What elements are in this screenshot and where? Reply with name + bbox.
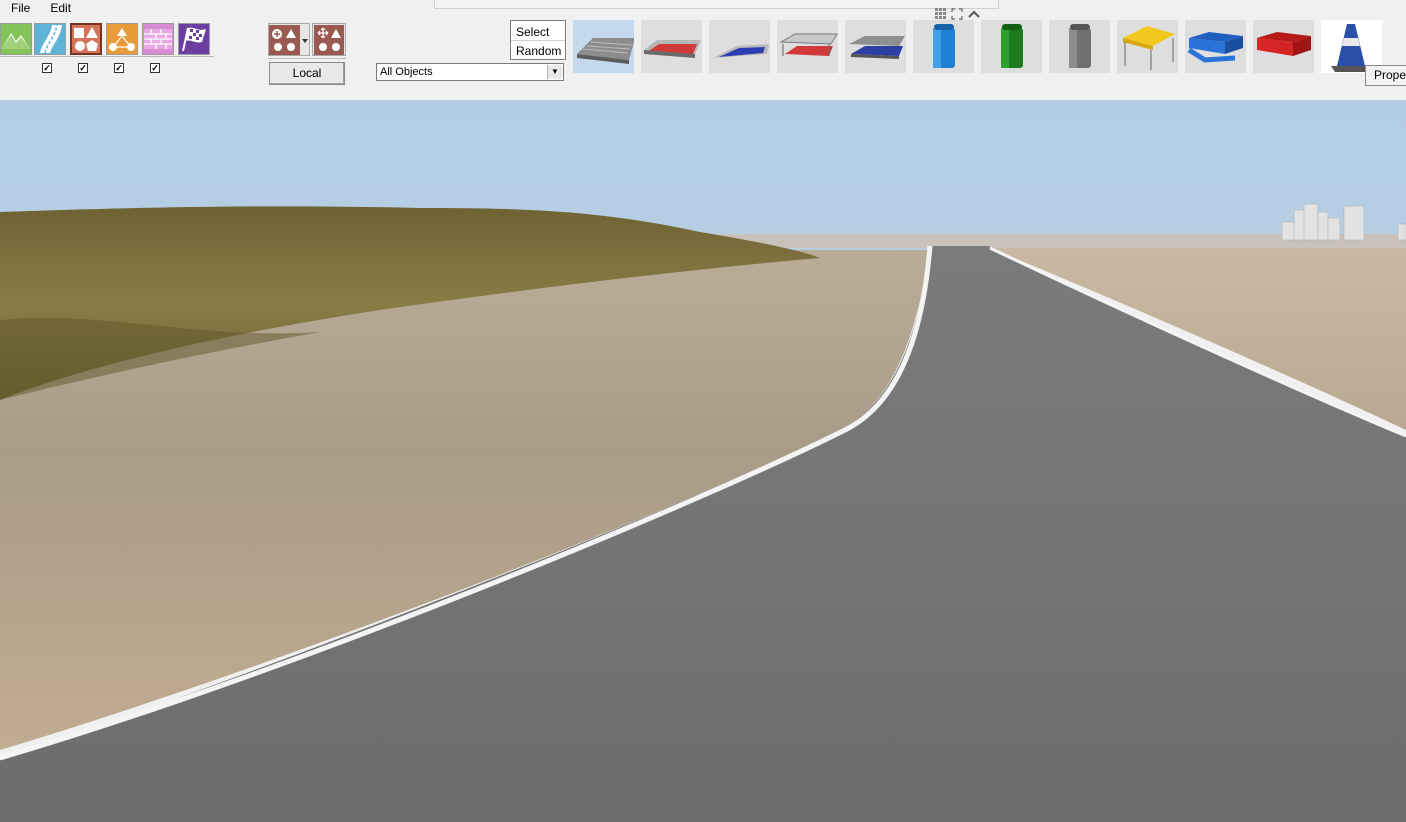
menu-file[interactable]: File — [0, 0, 39, 16]
walls-tool-button[interactable] — [142, 23, 174, 55]
terrain-visibility-checkbox[interactable]: ✓ — [42, 63, 52, 73]
asset-grandstand-red-roof[interactable] — [777, 20, 838, 73]
checkered-flag-icon — [182, 27, 206, 52]
select-mode-option[interactable]: Select — [516, 25, 549, 39]
local-space-button[interactable]: Local — [269, 62, 345, 85]
chevron-down-icon[interactable]: ▼ — [547, 65, 562, 79]
add-object-dropdown-button[interactable] — [268, 23, 310, 56]
asset-portable-toilet-green[interactable] — [981, 20, 1042, 73]
objects-tool-button[interactable] — [70, 23, 102, 55]
asset-banner-blue[interactable] — [1185, 20, 1246, 73]
mode-divider — [511, 40, 565, 41]
floating-toolbar-controls — [935, 8, 980, 20]
terrain-tool-button[interactable] — [0, 23, 32, 55]
object-filter-value: All Objects — [380, 66, 433, 78]
brick-wall-icon — [144, 29, 172, 49]
asset-portable-toilet-blue[interactable] — [913, 20, 974, 73]
add-shapes-icon — [269, 24, 308, 55]
asset-portable-toilet-grey[interactable] — [1049, 20, 1110, 73]
objects-visibility-checkbox[interactable]: ✓ — [114, 63, 124, 73]
properties-button[interactable]: Proper — [1365, 65, 1406, 86]
tool-row-separator — [0, 56, 214, 57]
race-tool-button[interactable] — [178, 23, 210, 55]
move-object-button[interactable] — [312, 23, 346, 56]
random-mode-option[interactable]: Random — [516, 44, 561, 58]
road-visibility-checkbox[interactable]: ✓ — [78, 63, 88, 73]
transform-separator — [268, 58, 346, 59]
move-shapes-icon — [314, 24, 344, 55]
asset-grandstand-red[interactable] — [641, 20, 702, 73]
menu-edit[interactable]: Edit — [39, 0, 80, 16]
placement-mode-list: Select Random — [510, 20, 566, 60]
asset-banner-red[interactable] — [1253, 20, 1314, 73]
chevron-up-icon[interactable] — [967, 8, 980, 20]
shapes-icon — [74, 27, 98, 51]
layout-tool-button[interactable] — [106, 23, 138, 55]
grid-icon[interactable] — [935, 8, 947, 20]
asset-tent-yellow[interactable] — [1117, 20, 1178, 73]
mountain-icon — [2, 33, 30, 49]
asset-grandstand-blue-low[interactable] — [709, 20, 770, 73]
road-tool-button[interactable] — [34, 23, 66, 55]
network-icon — [109, 28, 135, 51]
floating-toolbar-strip — [434, 0, 999, 9]
layout-visibility-checkbox[interactable]: ✓ — [150, 63, 160, 73]
menu-bar: File Edit — [0, 0, 80, 16]
maximize-icon[interactable] — [951, 8, 963, 20]
road-icon — [40, 25, 62, 53]
asset-grandstand-blue-roof[interactable] — [845, 20, 906, 73]
scene-viewport[interactable] — [0, 100, 1406, 822]
asset-grandstand-grey[interactable] — [573, 20, 634, 73]
object-filter-select[interactable]: All Objects ▼ — [376, 63, 564, 81]
